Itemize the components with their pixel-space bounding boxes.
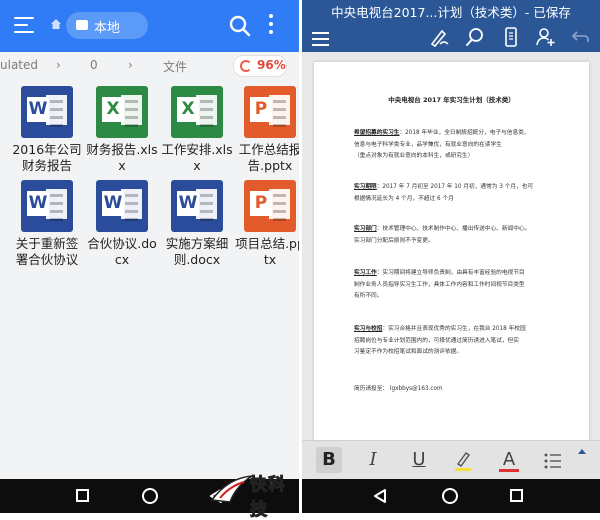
recents-button[interactable] [76, 489, 89, 502]
file-item[interactable]: W 2016年公司财务报告 [10, 86, 84, 182]
file-name: 2016年公司财务报告 [12, 142, 82, 173]
document-paragraph: 实习与校招：实习合格并且表现优秀的实习生，在我台 2018 年校园 招聘岗位与专业… [354, 324, 559, 359]
paragraph-label: 实习期限 [354, 184, 377, 190]
paragraph-line: 希望招募的实习生：2018 年毕业，全日制統招統分，电子与信息类、 [354, 130, 530, 136]
formatting-toolbar: B I U A [302, 440, 600, 480]
breadcrumb-item[interactable]: 文件 [163, 58, 187, 75]
device-icon [76, 20, 88, 30]
word-file-icon: W [21, 86, 73, 138]
ppt-file-icon: P [244, 86, 296, 138]
file-name: 合伙协议.docx [87, 236, 157, 267]
paragraph-line: （重点对象为有就业意向的本科生，或研究生） [354, 153, 474, 159]
file-item[interactable]: X 工作安排.xlsx [160, 86, 234, 182]
storage-percent: 96% [257, 58, 286, 72]
back-button[interactable] [372, 488, 388, 504]
paragraph-line: 实习部门分配后原则不予变更。 [354, 237, 434, 244]
watermark-mark-icon [210, 475, 253, 503]
paragraph-label: 实习部门 [354, 226, 377, 232]
paragraph-label: 希望招募的实习生 [354, 130, 400, 136]
home-button[interactable] [142, 488, 158, 504]
document-heading: 中央电视台 2017 年实习生计划（技术类） [388, 96, 515, 104]
expand-up-icon[interactable] [577, 447, 587, 455]
paragraph-line: 招聘岗位与专业计划范围内的，可择优通过简历诱进入笔试，但实 [354, 337, 519, 344]
paragraph-label: 实习与校招 [354, 326, 383, 332]
search-icon[interactable] [228, 14, 252, 38]
more-options-icon[interactable] [266, 14, 276, 38]
file-manager-pane: 本地 ulated › 0 › 文件 96% W 2016年公司财务报告 X 财务报告… [0, 0, 299, 513]
ppt-file-icon: P [244, 180, 296, 232]
paragraph-line: 实习期限：2017 年 7 月初至 2017 年 10 月初，通常为 3 个月，… [354, 184, 534, 190]
paragraph-line: 简历请投至： lgxbbys@163.com [354, 386, 443, 392]
paragraph-line: 制作业务人员指导实习生工作，具体工作内容和工作时间视节目类型 [354, 281, 525, 288]
underline-button[interactable]: U [406, 447, 432, 473]
chevron-right-icon: › [56, 58, 61, 72]
font-color-button[interactable]: A [496, 447, 522, 473]
recents-button[interactable] [510, 489, 523, 502]
file-manager-top-bar: 本地 [0, 0, 299, 52]
pen-draw-icon[interactable] [428, 26, 450, 48]
file-item[interactable]: P 项目总结.pptx [233, 180, 299, 276]
document-paragraph: 希望招募的实习生：2018 年毕业，全日制統招統分，电子与信息类、 信息与电子科学… [354, 128, 559, 163]
storage-ring-icon [240, 60, 252, 72]
paragraph-line: 实习与校招：实习合格并且表现优秀的实习生，在我台 2018 年校园 [354, 326, 526, 332]
bold-button[interactable]: B [316, 447, 342, 473]
font-color-swatch [499, 469, 519, 472]
document-paragraph: 简历请投至： lgxbbys@163.com [354, 384, 559, 396]
document-viewer-pane: 中央电视台2017...计划（技术类）- 已保存 中央电视台 2017 年实习生… [302, 0, 600, 513]
breadcrumb-item[interactable]: 0 [90, 58, 98, 72]
word-file-icon: W [21, 180, 73, 232]
paragraph-line: 根据情况延长为 4 个月，不超过 6 个月 [354, 195, 454, 202]
breadcrumb-item[interactable]: ulated [0, 58, 38, 72]
word-file-icon: W [96, 180, 148, 232]
paragraph-line: 实习工作：实习期间将建立导师负责制，由具有丰富经验的电视节目 [354, 270, 525, 276]
file-name: 实施方案细则.docx [165, 236, 229, 267]
file-item[interactable]: P 工作总结报告.pptx [233, 86, 299, 182]
italic-button[interactable]: I [360, 447, 386, 473]
navigation-bar [302, 479, 600, 513]
watermark-logo: 快科技 [210, 468, 300, 520]
document-page[interactable]: 中央电视台 2017 年实习生计划（技术类） 希望招募的实习生：2018 年毕业… [314, 62, 589, 442]
file-name: 工作总结报告.pptx [238, 142, 299, 173]
file-item[interactable]: W 实施方案细则.docx [160, 180, 234, 276]
paragraph-line: 信息与电子科学类专业，品学兼优，有就业意向的在读学生 [354, 141, 502, 148]
paragraph-label: 实习工作 [354, 270, 377, 276]
font-color-label: A [502, 449, 516, 470]
excel-file-icon: X [96, 86, 148, 138]
document-paragraph: 实习工作：实习期间将建立导师负责制，由具有丰富经验的电视节目 制作业务人员指导实习… [354, 268, 559, 303]
file-item[interactable]: X 财务报告.xlsx [85, 86, 159, 182]
file-name: 项目总结.pptx [235, 236, 299, 267]
file-name: 工作安排.xlsx [161, 142, 233, 173]
word-file-icon: W [171, 180, 223, 232]
paragraph-line: 有所不同。 [354, 293, 383, 299]
file-name: 关于重新签署合伙协议 [15, 236, 79, 267]
mobile-view-icon[interactable] [500, 26, 522, 48]
undo-icon[interactable] [570, 26, 592, 48]
document-title: 中央电视台2017...计划（技术类）- 已保存 [331, 5, 571, 20]
file-item[interactable]: W 合伙协议.docx [85, 180, 159, 276]
document-top-bar: 中央电视台2017...计划（技术类）- 已保存 [302, 0, 600, 52]
list-icon[interactable] [542, 450, 564, 472]
share-person-icon[interactable] [534, 26, 556, 48]
highlighter-icon[interactable] [452, 450, 474, 472]
home-icon[interactable] [50, 18, 62, 30]
location-chip[interactable]: 本地 [66, 12, 148, 39]
menu-icon[interactable] [312, 26, 334, 48]
excel-file-icon: X [171, 86, 223, 138]
location-label: 本地 [94, 21, 121, 36]
document-paragraph: 实习期限：2017 年 7 月初至 2017 年 10 月初，通常为 3 个月，… [354, 182, 559, 205]
chevron-right-icon: › [128, 58, 133, 72]
paragraph-line: 习鉴定不作为校招笔试和面试的测评依据。 [354, 349, 463, 355]
search-icon[interactable] [464, 26, 486, 48]
file-item[interactable]: W 关于重新签署合伙协议 [10, 180, 84, 276]
document-paragraph: 实习部门：技术管理中心、技术制作中心、播出传送中心、新闻中心。 实习部门分配后原则… [354, 224, 559, 247]
menu-icon[interactable] [14, 17, 34, 33]
storage-badge[interactable]: 96% [233, 55, 287, 77]
home-button[interactable] [442, 488, 458, 504]
paragraph-line: 实习部门：技术管理中心、技术制作中心、播出传送中心、新闻中心。 [354, 226, 531, 232]
file-name: 财务报告.xlsx [86, 142, 158, 173]
